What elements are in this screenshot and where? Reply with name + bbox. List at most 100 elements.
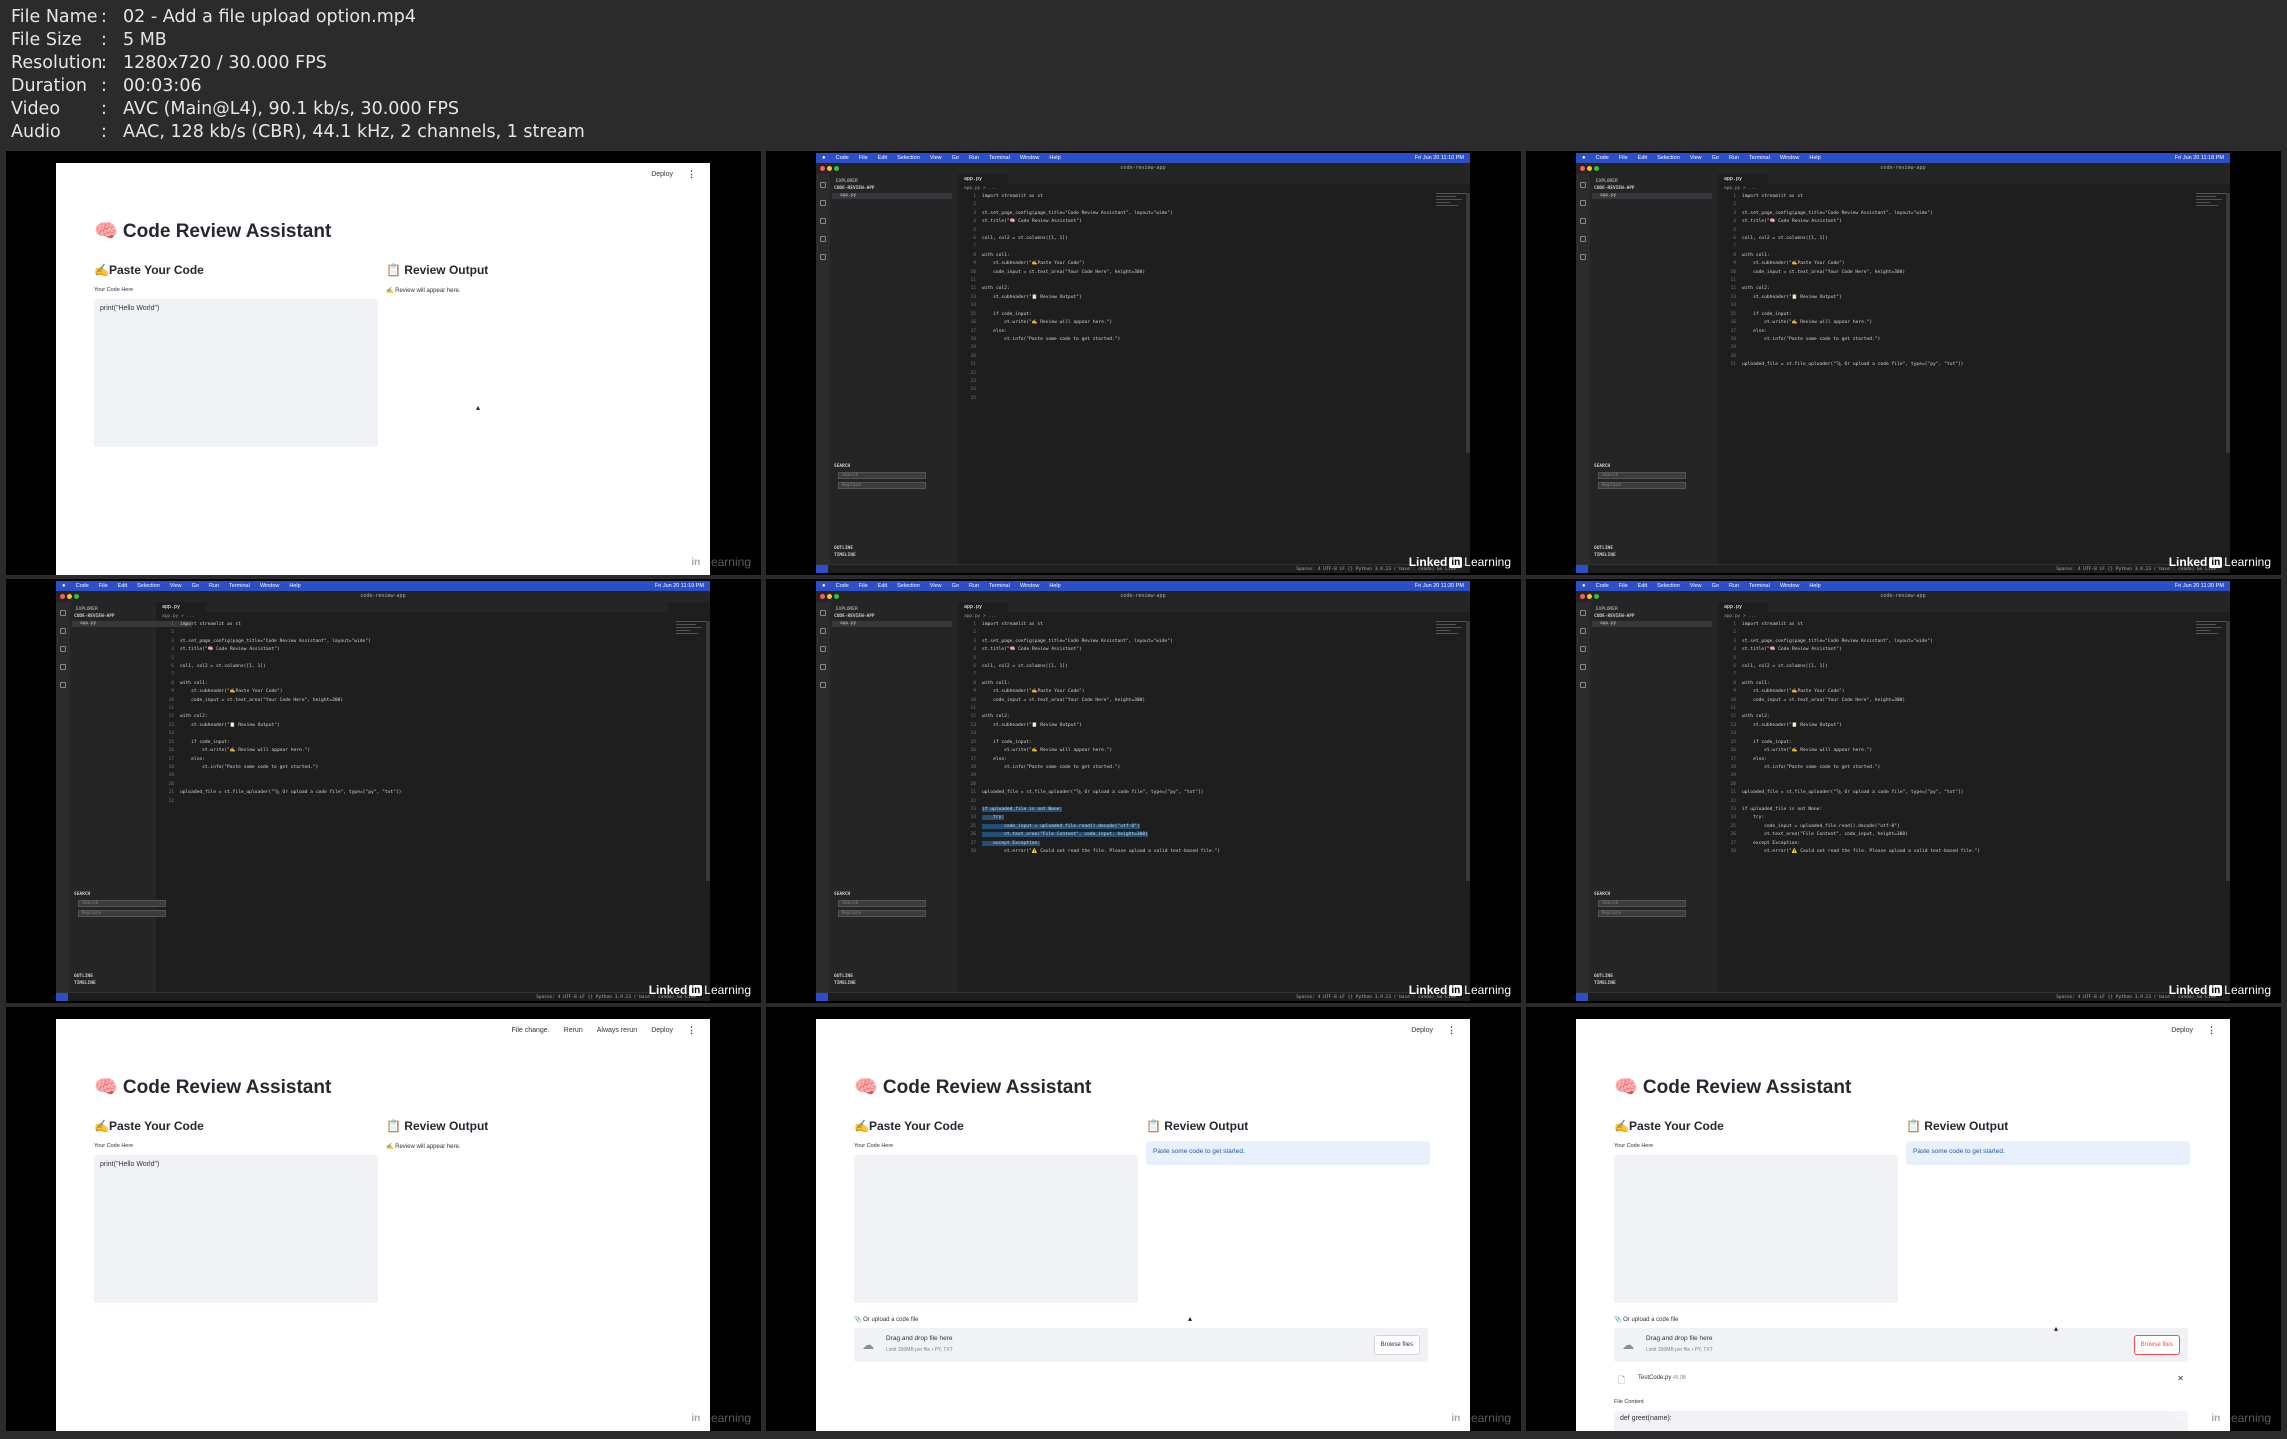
apple-icon[interactable]: ● xyxy=(1582,155,1586,161)
mac-menu-item[interactable]: Help xyxy=(289,583,300,589)
source-control-icon[interactable] xyxy=(820,646,826,652)
mac-menu-item[interactable]: File xyxy=(99,583,108,589)
mac-menu-item[interactable]: View xyxy=(930,155,942,161)
tab-app-py[interactable]: app.py xyxy=(156,602,206,612)
deploy-button[interactable]: Deploy xyxy=(2171,1027,2193,1034)
outline-section[interactable]: OUTLINE xyxy=(834,546,853,551)
timeline-section[interactable]: TIMELINE xyxy=(74,981,96,986)
mac-menu-item[interactable]: Help xyxy=(1049,155,1060,161)
run-debug-icon[interactable] xyxy=(1580,236,1586,242)
mac-menu-item[interactable]: View xyxy=(170,583,182,589)
code-editor[interactable]: 1 2 3 4 5 6 7 8 9 10 11 12 13 14 15 16 17 18 19 20 21 22 23 24 2… xyxy=(958,193,1458,563)
mac-menu-item[interactable]: Edit xyxy=(118,583,127,589)
traffic-lights[interactable] xyxy=(60,594,79,599)
traffic-lights[interactable] xyxy=(820,166,839,171)
mac-menu-item[interactable]: Code xyxy=(1596,155,1609,161)
extensions-icon[interactable] xyxy=(820,682,826,688)
search-icon[interactable] xyxy=(1580,628,1586,634)
search-input[interactable]: Search xyxy=(838,472,926,479)
file-item-app-py[interactable]: app.py xyxy=(1592,621,1712,627)
replace-input[interactable]: Replace xyxy=(78,910,166,917)
extensions-icon[interactable] xyxy=(1580,682,1586,688)
remote-indicator[interactable] xyxy=(56,993,68,1001)
outline-section[interactable]: OUTLINE xyxy=(834,974,853,979)
remote-indicator[interactable] xyxy=(816,993,828,1001)
mac-menu-item[interactable]: Code xyxy=(836,583,849,589)
mac-menu-item[interactable]: Terminal xyxy=(989,155,1010,161)
file-item-app-py[interactable]: app.py xyxy=(832,193,952,199)
remote-indicator[interactable] xyxy=(816,565,828,573)
file-dropzone[interactable]: ☁ Drag and drop file here Limit 200MB pe… xyxy=(1614,1328,2188,1362)
editor-scrollbar[interactable] xyxy=(706,621,710,881)
search-input[interactable]: Search xyxy=(1598,900,1686,907)
mac-menu-item[interactable]: Window xyxy=(1020,155,1040,161)
project-folder[interactable]: CODE-REVIEW-APP xyxy=(1594,614,1635,619)
editor-scrollbar[interactable] xyxy=(2226,193,2230,453)
outline-section[interactable]: OUTLINE xyxy=(1594,546,1613,551)
run-debug-icon[interactable] xyxy=(60,664,66,670)
code-editor[interactable]: 1 2 3 4 5 6 7 8 9 10 11 12 13 14 15 16 17 18 19 20 21 22 impor… xyxy=(156,621,656,991)
mac-menu-item[interactable]: File xyxy=(1619,583,1628,589)
search-icon[interactable] xyxy=(1580,200,1586,206)
mac-menu-item[interactable]: Run xyxy=(1729,155,1739,161)
code-input[interactable] xyxy=(854,1155,1138,1303)
run-debug-icon[interactable] xyxy=(1580,664,1586,670)
replace-input[interactable]: Replace xyxy=(1598,910,1686,917)
mac-menu-item[interactable]: View xyxy=(1690,583,1702,589)
mac-menu-item[interactable]: Code xyxy=(836,155,849,161)
apple-icon[interactable]: ● xyxy=(822,583,826,589)
mac-menu-item[interactable]: View xyxy=(1690,155,1702,161)
traffic-lights[interactable] xyxy=(1580,594,1599,599)
mac-menu-item[interactable]: Edit xyxy=(878,155,887,161)
editor-scrollbar[interactable] xyxy=(2226,621,2230,881)
mac-menu-item[interactable]: Code xyxy=(76,583,89,589)
search-icon[interactable] xyxy=(820,628,826,634)
mac-menu-item[interactable]: Edit xyxy=(1638,155,1647,161)
source-control-icon[interactable] xyxy=(1580,646,1586,652)
project-folder[interactable]: CODE-REVIEW-APP xyxy=(1594,186,1635,191)
file-item-app-py[interactable]: app.py xyxy=(1592,193,1712,199)
run-debug-icon[interactable] xyxy=(820,664,826,670)
minimap[interactable] xyxy=(2196,193,2226,223)
mac-menu-item[interactable]: Code xyxy=(1596,583,1609,589)
search-panel-title[interactable]: SEARCH xyxy=(74,892,90,897)
mac-menu-item[interactable]: Terminal xyxy=(229,583,250,589)
main-menu-icon[interactable]: ⋮ xyxy=(687,169,696,180)
search-panel-title[interactable]: SEARCH xyxy=(834,892,850,897)
extensions-icon[interactable] xyxy=(1580,254,1586,260)
files-icon[interactable] xyxy=(1580,182,1586,188)
mac-menu-item[interactable]: Selection xyxy=(897,583,920,589)
search-icon[interactable] xyxy=(820,200,826,206)
mac-menu-item[interactable]: Terminal xyxy=(989,583,1010,589)
mac-menu-item[interactable]: Terminal xyxy=(1749,583,1770,589)
timeline-section[interactable]: TIMELINE xyxy=(834,553,856,558)
tab-app-py[interactable]: app.py xyxy=(958,602,1008,612)
tab-app-py[interactable]: app.py xyxy=(1718,174,1768,184)
files-icon[interactable] xyxy=(1580,610,1586,616)
minimap[interactable] xyxy=(2196,621,2226,651)
editor-scrollbar[interactable] xyxy=(1466,193,1470,453)
deploy-button[interactable]: Deploy xyxy=(651,171,673,178)
search-input[interactable]: Search xyxy=(838,900,926,907)
minimap[interactable] xyxy=(1436,621,1466,651)
tab-app-py[interactable]: app.py xyxy=(958,174,1008,184)
extensions-icon[interactable] xyxy=(820,254,826,260)
mac-menu-item[interactable]: Window xyxy=(1020,583,1040,589)
code-editor[interactable]: 1 2 3 4 5 6 7 8 9 10 11 12 13 14 15 16 17 18 19 20 21 22 23 24 2… xyxy=(1718,621,2218,991)
traffic-lights[interactable] xyxy=(1580,166,1599,171)
browse-files-button[interactable]: Browse files xyxy=(2133,1335,2180,1355)
mac-menu-item[interactable]: Go xyxy=(1712,155,1719,161)
remote-indicator[interactable] xyxy=(1576,565,1588,573)
code-editor[interactable]: 1 2 3 4 5 6 7 8 9 10 11 12 13 14 15 16 17 18 19 20 21 22 23 24 2… xyxy=(958,621,1458,991)
traffic-lights[interactable] xyxy=(820,594,839,599)
outline-section[interactable]: OUTLINE xyxy=(1594,974,1613,979)
timeline-section[interactable]: TIMELINE xyxy=(1594,981,1616,986)
timeline-section[interactable]: TIMELINE xyxy=(1594,553,1616,558)
tab-app-py[interactable]: app.py xyxy=(1718,602,1768,612)
replace-input[interactable]: Replace xyxy=(1598,482,1686,489)
run-debug-icon[interactable] xyxy=(820,236,826,242)
mac-menu-item[interactable]: View xyxy=(930,583,942,589)
search-input[interactable]: Search xyxy=(78,900,166,907)
mac-menu-item[interactable]: Edit xyxy=(878,583,887,589)
timeline-section[interactable]: TIMELINE xyxy=(834,981,856,986)
